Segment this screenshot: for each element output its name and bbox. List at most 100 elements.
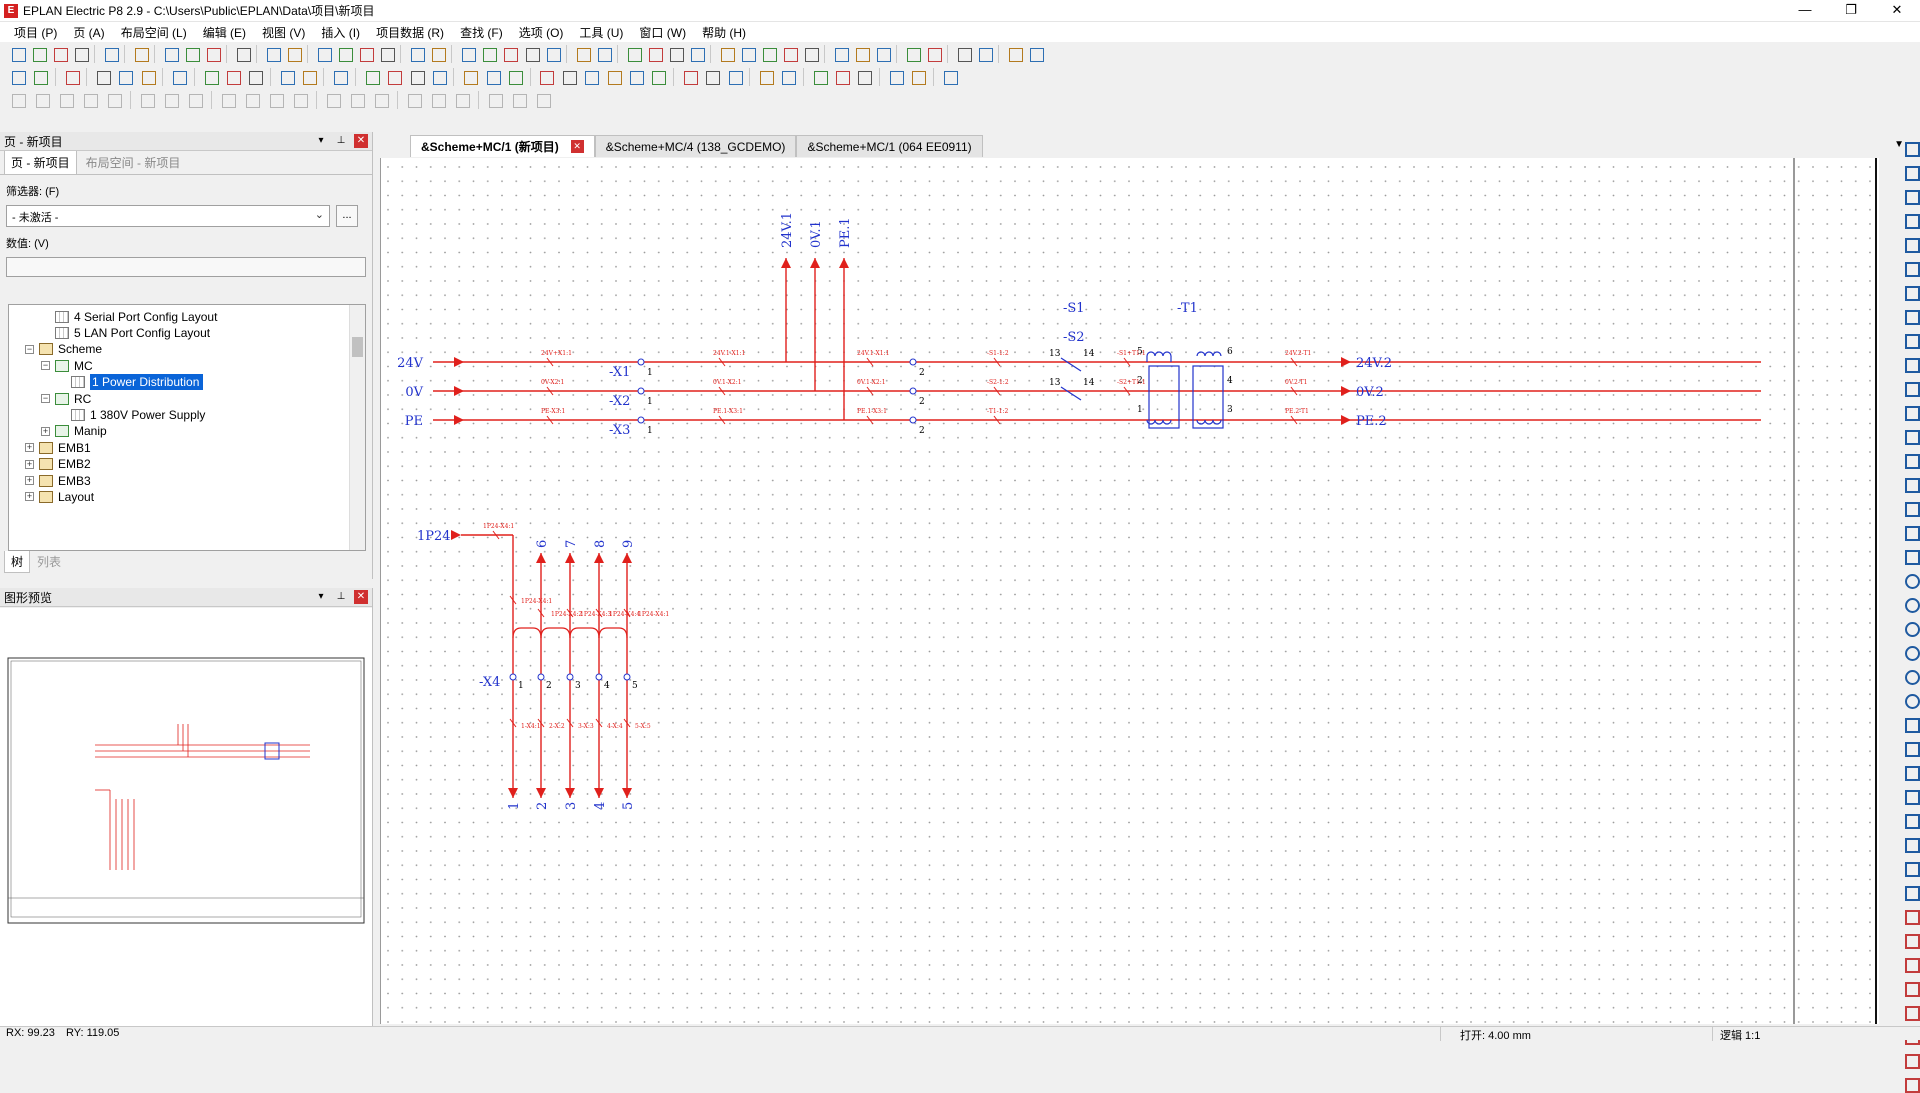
draw-tool-icon[interactable] [1903,764,1920,781]
draw-tool-icon[interactable] [1903,356,1920,373]
tab-layout-space[interactable]: 布局空间 - 新项目 [78,150,188,174]
toolbar-icon[interactable] [115,67,134,87]
toolbar-icon[interactable] [908,67,927,87]
toolbar-icon[interactable] [687,44,705,64]
toolbar-icon[interactable] [559,67,578,87]
toolbar-icon[interactable] [479,44,498,64]
toolbar-icon[interactable] [810,67,829,87]
toolbar-icon[interactable] [543,44,561,64]
toolbar-icon[interactable] [138,67,157,87]
pane-close-icon[interactable]: ✕ [354,590,368,604]
draw-tool-icon[interactable] [1903,476,1920,493]
toolbar-icon[interactable] [407,44,426,64]
toolbar-icon[interactable] [347,90,367,110]
toolbar-icon[interactable] [29,44,48,64]
toolbar-icon[interactable] [314,44,333,64]
draw-tool-icon[interactable] [1903,428,1920,445]
toolbar-icon[interactable] [101,44,120,64]
draw-tool-icon[interactable] [1903,980,1920,997]
toolbar-icon[interactable] [624,44,642,64]
toolbar-icon[interactable] [277,67,296,87]
maximize-button[interactable]: ❐ [1828,0,1874,22]
draw-tool-icon[interactable] [1903,548,1920,565]
tab-pages[interactable]: 页 - 新项目 [4,150,77,174]
draw-tool-icon[interactable] [1903,932,1920,949]
toolbar-icon[interactable] [759,44,777,64]
menu-item[interactable]: 布局空间 (L) [121,24,187,41]
menu-item[interactable]: 插入 (I) [321,24,360,41]
draw-tool-icon[interactable] [1903,908,1920,925]
close-button[interactable]: ✕ [1874,0,1920,22]
toolbar-icon[interactable] [717,44,735,64]
toolbar-icon[interactable] [290,90,310,110]
toolbar-icon[interactable] [778,67,797,87]
toolbar-icon[interactable] [203,44,222,64]
toolbar-icon[interactable] [299,67,318,87]
toolbar-icon[interactable] [428,44,447,64]
menu-item[interactable]: 工具 (U) [579,24,623,41]
toolbar-icon[interactable] [218,90,238,110]
schematic-canvas[interactable]: 24V 0V PE 24V.2 0V.2 PE.2 24V.1 0V.1 PE.1 -X1 -X2 -… [380,158,1880,1024]
doc-tab[interactable]: &Scheme+MC/1 (064 EE0911) [796,135,983,157]
toolbar-icon[interactable] [429,67,448,87]
menu-item[interactable]: 编辑 (E) [203,24,246,41]
draw-tool-icon[interactable] [1903,716,1920,733]
toolbar-icon[interactable] [903,44,922,64]
expander-icon[interactable]: − [41,394,50,403]
tab-tree[interactable]: 树 [4,551,31,573]
toolbar-icon[interactable] [873,44,892,64]
toolbar-icon[interactable] [330,67,349,87]
menu-item[interactable]: 项目数据 (R) [376,24,444,41]
toolbar-icon[interactable] [940,67,958,87]
draw-tool-icon[interactable] [1903,140,1920,157]
toolbar-icon[interactable] [8,44,27,64]
toolbar-icon[interactable] [458,44,477,64]
toolbar-icon[interactable] [377,44,396,64]
expander-icon[interactable]: − [41,361,50,371]
toolbar-icon[interactable] [500,44,519,64]
expander-icon[interactable]: + [25,492,34,502]
toolbar-icon[interactable] [137,90,157,110]
draw-tool-icon[interactable] [1903,668,1920,685]
toolbar-icon[interactable] [536,67,555,87]
toolbar-icon[interactable] [505,67,524,87]
draw-tool-icon[interactable] [1903,332,1920,349]
draw-tool-icon[interactable] [1903,692,1920,709]
toolbar-icon[interactable] [573,44,591,64]
menu-item[interactable]: 视图 (V) [262,24,305,41]
menu-item[interactable]: 帮助 (H) [702,24,746,41]
draw-tool-icon[interactable] [1903,308,1920,325]
toolbar-icon[interactable] [702,67,721,87]
toolbar-icon[interactable] [604,67,623,87]
toolbar-icon[interactable] [371,90,391,110]
draw-tool-icon[interactable] [1903,1076,1920,1093]
draw-tool-icon[interactable] [1903,596,1920,613]
draw-tool-icon[interactable] [1903,404,1920,421]
draw-tool-icon[interactable] [1903,836,1920,853]
toolbar-icon[interactable] [645,44,663,64]
toolbar-icon[interactable] [738,44,756,64]
toolbar-icon[interactable] [594,44,612,64]
toolbar-icon[interactable] [452,90,472,110]
draw-tool-icon[interactable] [1903,236,1920,253]
expander-icon[interactable]: + [25,476,34,485]
pane-pin-icon[interactable]: ⊥ [334,134,348,148]
draw-tool-icon[interactable] [1903,956,1920,973]
toolbar-icon[interactable] [8,90,28,110]
toolbar-icon[interactable] [104,90,124,110]
toolbar-icon[interactable] [626,67,645,87]
toolbar-icon[interactable] [32,90,52,110]
toolbar-icon[interactable] [161,90,181,110]
menu-item[interactable]: 查找 (F) [460,24,503,41]
toolbar-icon[interactable] [404,90,424,110]
draw-tool-icon[interactable] [1903,164,1920,181]
toolbar-icon[interactable] [161,44,180,64]
draw-tool-icon[interactable] [1903,884,1920,901]
toolbar-icon[interactable] [323,90,343,110]
toolbar-icon[interactable] [245,67,264,87]
filter-select[interactable]: - 未激活 - ⌄ [6,205,330,227]
draw-tool-icon[interactable] [1903,1004,1920,1021]
toolbar-icon[interactable] [831,44,850,64]
toolbar-icon[interactable] [185,90,205,110]
draw-tool-icon[interactable] [1903,620,1920,637]
